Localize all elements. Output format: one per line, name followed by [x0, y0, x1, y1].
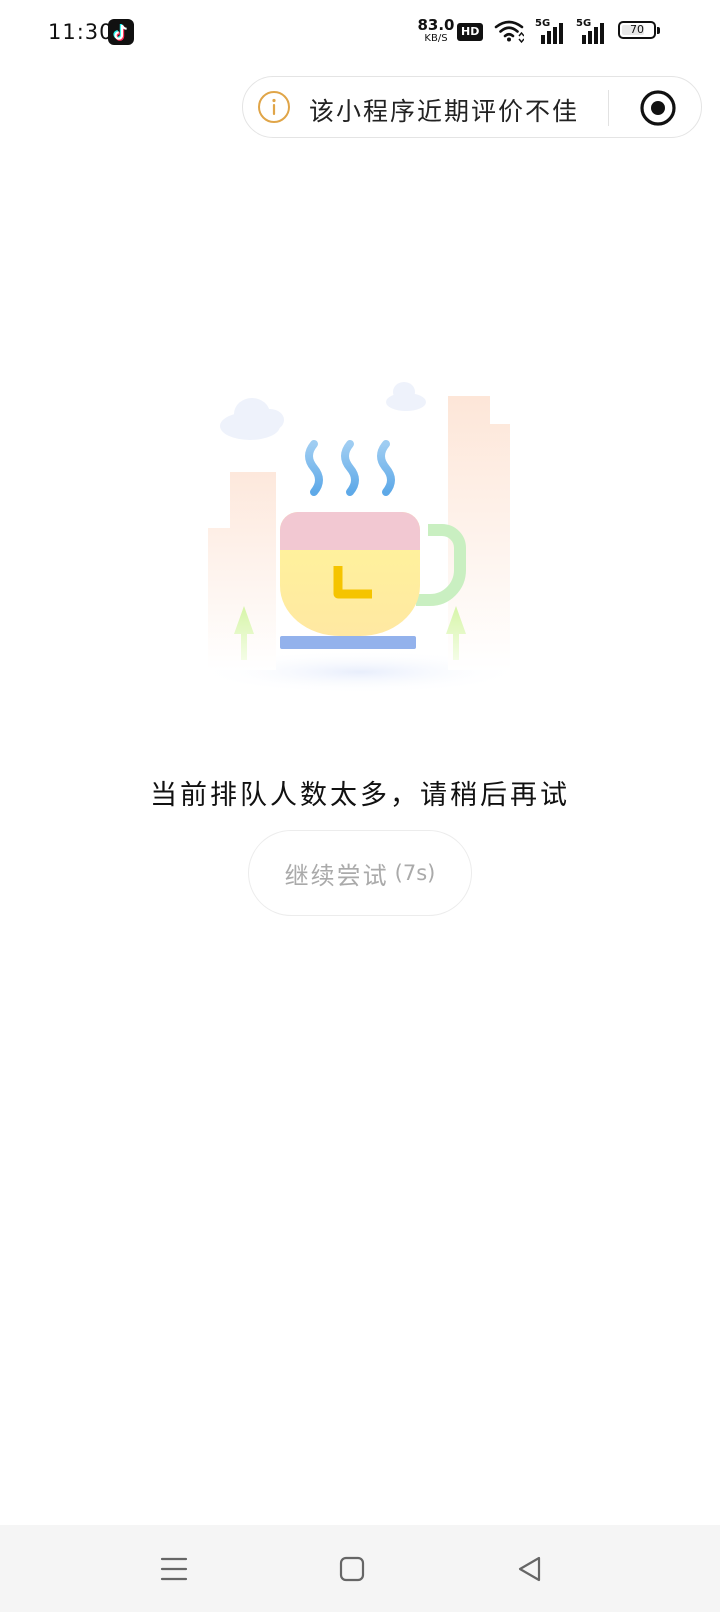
- status-time: 11:30: [48, 20, 114, 44]
- home-icon[interactable]: [328, 1545, 376, 1593]
- system-navigation-bar: [0, 1525, 720, 1612]
- status-bar: 11:30 83.0 KB/S HD 5G 5G 70: [0, 0, 720, 66]
- battery-icon: 70: [618, 21, 660, 39]
- tiktok-icon: [108, 19, 134, 45]
- network-speed: 83.0 KB/S: [417, 16, 455, 44]
- busy-coffee-illustration: [190, 380, 530, 720]
- divider: [608, 90, 609, 126]
- cellular-signal-2: 5G: [576, 18, 608, 44]
- retry-countdown: (7s): [394, 861, 436, 885]
- battery-level: 70: [630, 23, 644, 36]
- menu-icon[interactable]: [150, 1545, 198, 1593]
- retry-label: 继续尝试: [284, 861, 389, 890]
- mini-program-warning-banner: 该小程序近期评价不佳: [242, 76, 702, 138]
- queue-busy-message: 当前排队人数太多，请稍后再试: [150, 780, 570, 811]
- cellular-signal-1: 5G: [535, 18, 567, 44]
- warning-text: 该小程序近期评价不佳: [309, 97, 580, 126]
- retry-button[interactable]: 继续尝试 (7s): [248, 830, 472, 916]
- hd-badge: HD: [457, 23, 484, 41]
- back-icon[interactable]: [506, 1545, 554, 1593]
- info-icon[interactable]: [257, 90, 291, 124]
- wifi-icon: [494, 19, 525, 47]
- record-close-icon[interactable]: [639, 89, 677, 127]
